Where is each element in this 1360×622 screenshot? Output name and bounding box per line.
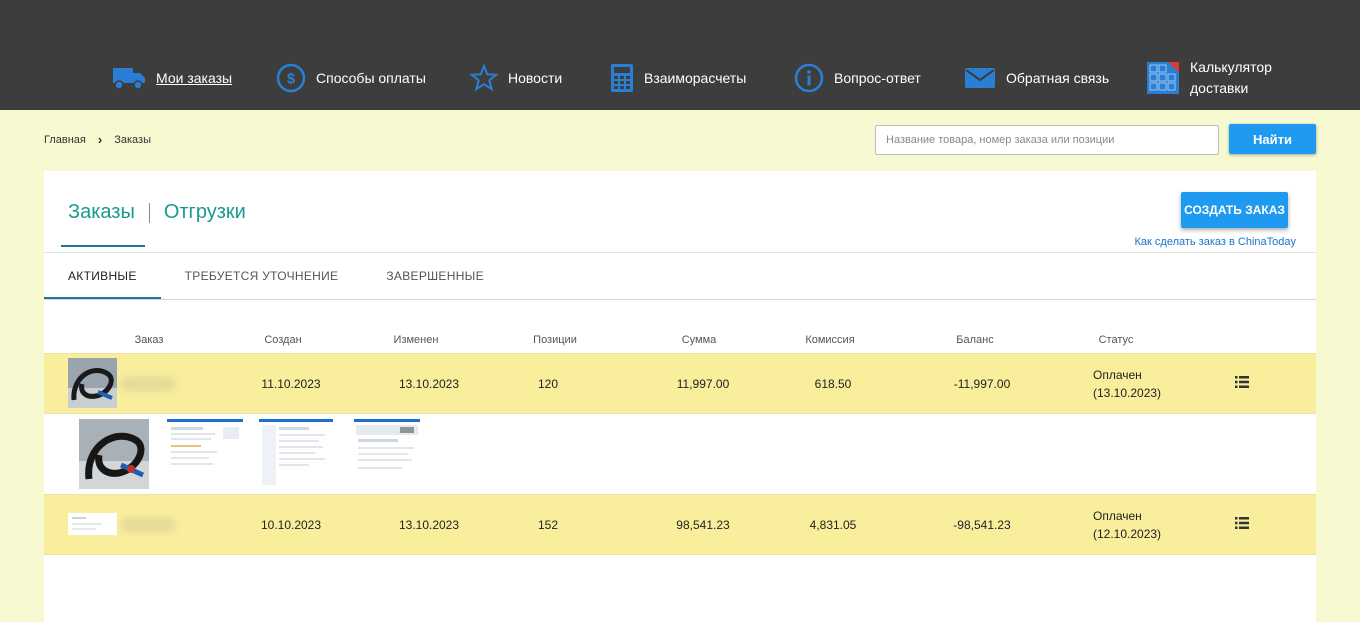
column-header: Сумма xyxy=(681,334,717,346)
status-date: (12.10.2023) xyxy=(1093,527,1162,541)
status-tabs: АКТИВНЫЕ ТРЕБУЕТСЯ УТОЧНЕНИЕ ЗАВЕРШЕННЫЕ xyxy=(44,253,508,299)
nav-settlements[interactable]: Взаиморасчеты xyxy=(610,52,746,104)
order-created: 10.10.2023 xyxy=(260,518,322,532)
order-created: 11.10.2023 xyxy=(261,377,321,391)
orders-card: Заказы Отгрузки СОЗДАТЬ ЗАКАЗ Как сделат… xyxy=(44,171,1316,622)
list-menu-icon[interactable] xyxy=(1235,517,1249,529)
order-gallery xyxy=(44,415,1316,494)
breadcrumb-home[interactable]: Главная xyxy=(44,134,86,146)
order-modified: 13.10.2023 xyxy=(398,377,460,391)
order-modified: 13.10.2023 xyxy=(398,518,460,532)
nav-label: Обратная связь xyxy=(1006,69,1110,86)
create-order-button[interactable]: СОЗДАТЬ ЗАКАЗ xyxy=(1181,192,1288,228)
order-commission: 4,831.05 xyxy=(809,518,857,532)
delivery-calculator-icon xyxy=(1146,61,1180,95)
nav-label: Калькулятор доставки xyxy=(1190,59,1272,96)
nav-payment-methods[interactable]: $ Способы оплаты xyxy=(276,52,426,104)
nav-label: Мои заказы xyxy=(156,69,233,86)
order-commission: 618.50 xyxy=(814,377,852,391)
tab-completed[interactable]: ЗАВЕРШЕННЫЕ xyxy=(362,253,508,299)
gallery-image[interactable] xyxy=(79,419,149,489)
status-text: Оплачен xyxy=(1093,368,1142,382)
tab-divider xyxy=(148,202,150,223)
svg-text:$: $ xyxy=(287,71,296,88)
nav-faq[interactable]: Вопрос-ответ xyxy=(794,52,921,104)
order-balance: -98,541.23 xyxy=(953,518,1011,532)
table-row[interactable]: 11.10.2023 13.10.2023 120 11,997.00 618.… xyxy=(44,353,1316,414)
envelope-icon xyxy=(964,66,996,90)
status-date: (13.10.2023) xyxy=(1093,386,1162,400)
breadcrumb: Главная › Заказы xyxy=(44,132,151,147)
nav-label: Новости xyxy=(508,69,563,86)
order-status: Оплачен (13.10.2023) xyxy=(1093,366,1161,402)
nav-label: Способы оплаты xyxy=(316,69,426,86)
order-positions: 152 xyxy=(537,518,559,532)
order-thumbnail[interactable] xyxy=(68,499,117,549)
order-sum: 98,541.23 xyxy=(676,518,730,532)
status-text: Оплачен xyxy=(1093,509,1142,523)
nav-my-orders[interactable]: Мои заказы xyxy=(112,52,232,104)
search-input[interactable] xyxy=(875,125,1219,155)
nav-news[interactable]: Новости xyxy=(470,52,562,104)
table-header: Заказ Создан Изменен Позиции Сумма Комис… xyxy=(44,334,1316,352)
tab-shipments[interactable]: Отгрузки xyxy=(164,201,246,224)
column-header: Баланс xyxy=(956,334,994,346)
table-row[interactable]: 10.10.2023 13.10.2023 152 98,541.23 4,83… xyxy=(44,494,1316,555)
column-header: Статус xyxy=(1098,334,1134,346)
order-sum: 11,997.00 xyxy=(676,377,730,391)
list-menu-icon[interactable] xyxy=(1235,376,1249,388)
nav-label: Взаиморасчеты xyxy=(644,69,747,86)
order-status: Оплачен (12.10.2023) xyxy=(1093,507,1161,543)
tab-needs-clarification[interactable]: ТРЕБУЕТСЯ УТОЧНЕНИЕ xyxy=(161,253,363,299)
column-header: Заказ xyxy=(134,334,164,346)
top-navigation: Мои заказы $ Способы оплаты Новости Взаи… xyxy=(0,0,1360,110)
main-tabs: Заказы Отгрузки xyxy=(68,201,246,224)
dollar-icon: $ xyxy=(276,63,306,93)
breadcrumb-current: Заказы xyxy=(114,133,151,146)
howto-order-link[interactable]: Как сделать заказ в ChinaToday xyxy=(1135,236,1297,248)
gallery-image[interactable] xyxy=(354,419,420,489)
search-button[interactable]: Найти xyxy=(1229,124,1316,154)
chevron-right-icon: › xyxy=(97,132,103,147)
tab-active[interactable]: АКТИВНЫЕ xyxy=(44,253,161,299)
order-positions: 120 xyxy=(537,377,559,391)
tab-orders[interactable]: Заказы xyxy=(68,201,135,224)
nav-delivery-calculator[interactable]: Калькулятор доставки xyxy=(1146,52,1300,104)
order-balance: -11,997.00 xyxy=(953,377,1011,391)
star-icon xyxy=(470,64,498,92)
info-icon xyxy=(794,63,824,93)
gallery-image[interactable] xyxy=(259,419,333,489)
calculator-icon xyxy=(610,63,634,93)
column-header: Изменен xyxy=(393,334,439,346)
order-thumbnail[interactable] xyxy=(68,358,117,408)
order-number-blurred xyxy=(120,517,176,533)
truck-icon xyxy=(112,65,146,91)
nav-label: Вопрос-ответ xyxy=(834,69,921,86)
divider xyxy=(44,299,1316,300)
column-header: Позиции xyxy=(533,334,577,346)
order-number-blurred xyxy=(120,376,176,392)
nav-feedback[interactable]: Обратная связь xyxy=(964,52,1109,104)
active-tab-indicator xyxy=(61,245,145,247)
column-header: Создан xyxy=(264,334,302,346)
gallery-image[interactable] xyxy=(167,419,243,489)
column-header: Комиссия xyxy=(805,334,855,346)
